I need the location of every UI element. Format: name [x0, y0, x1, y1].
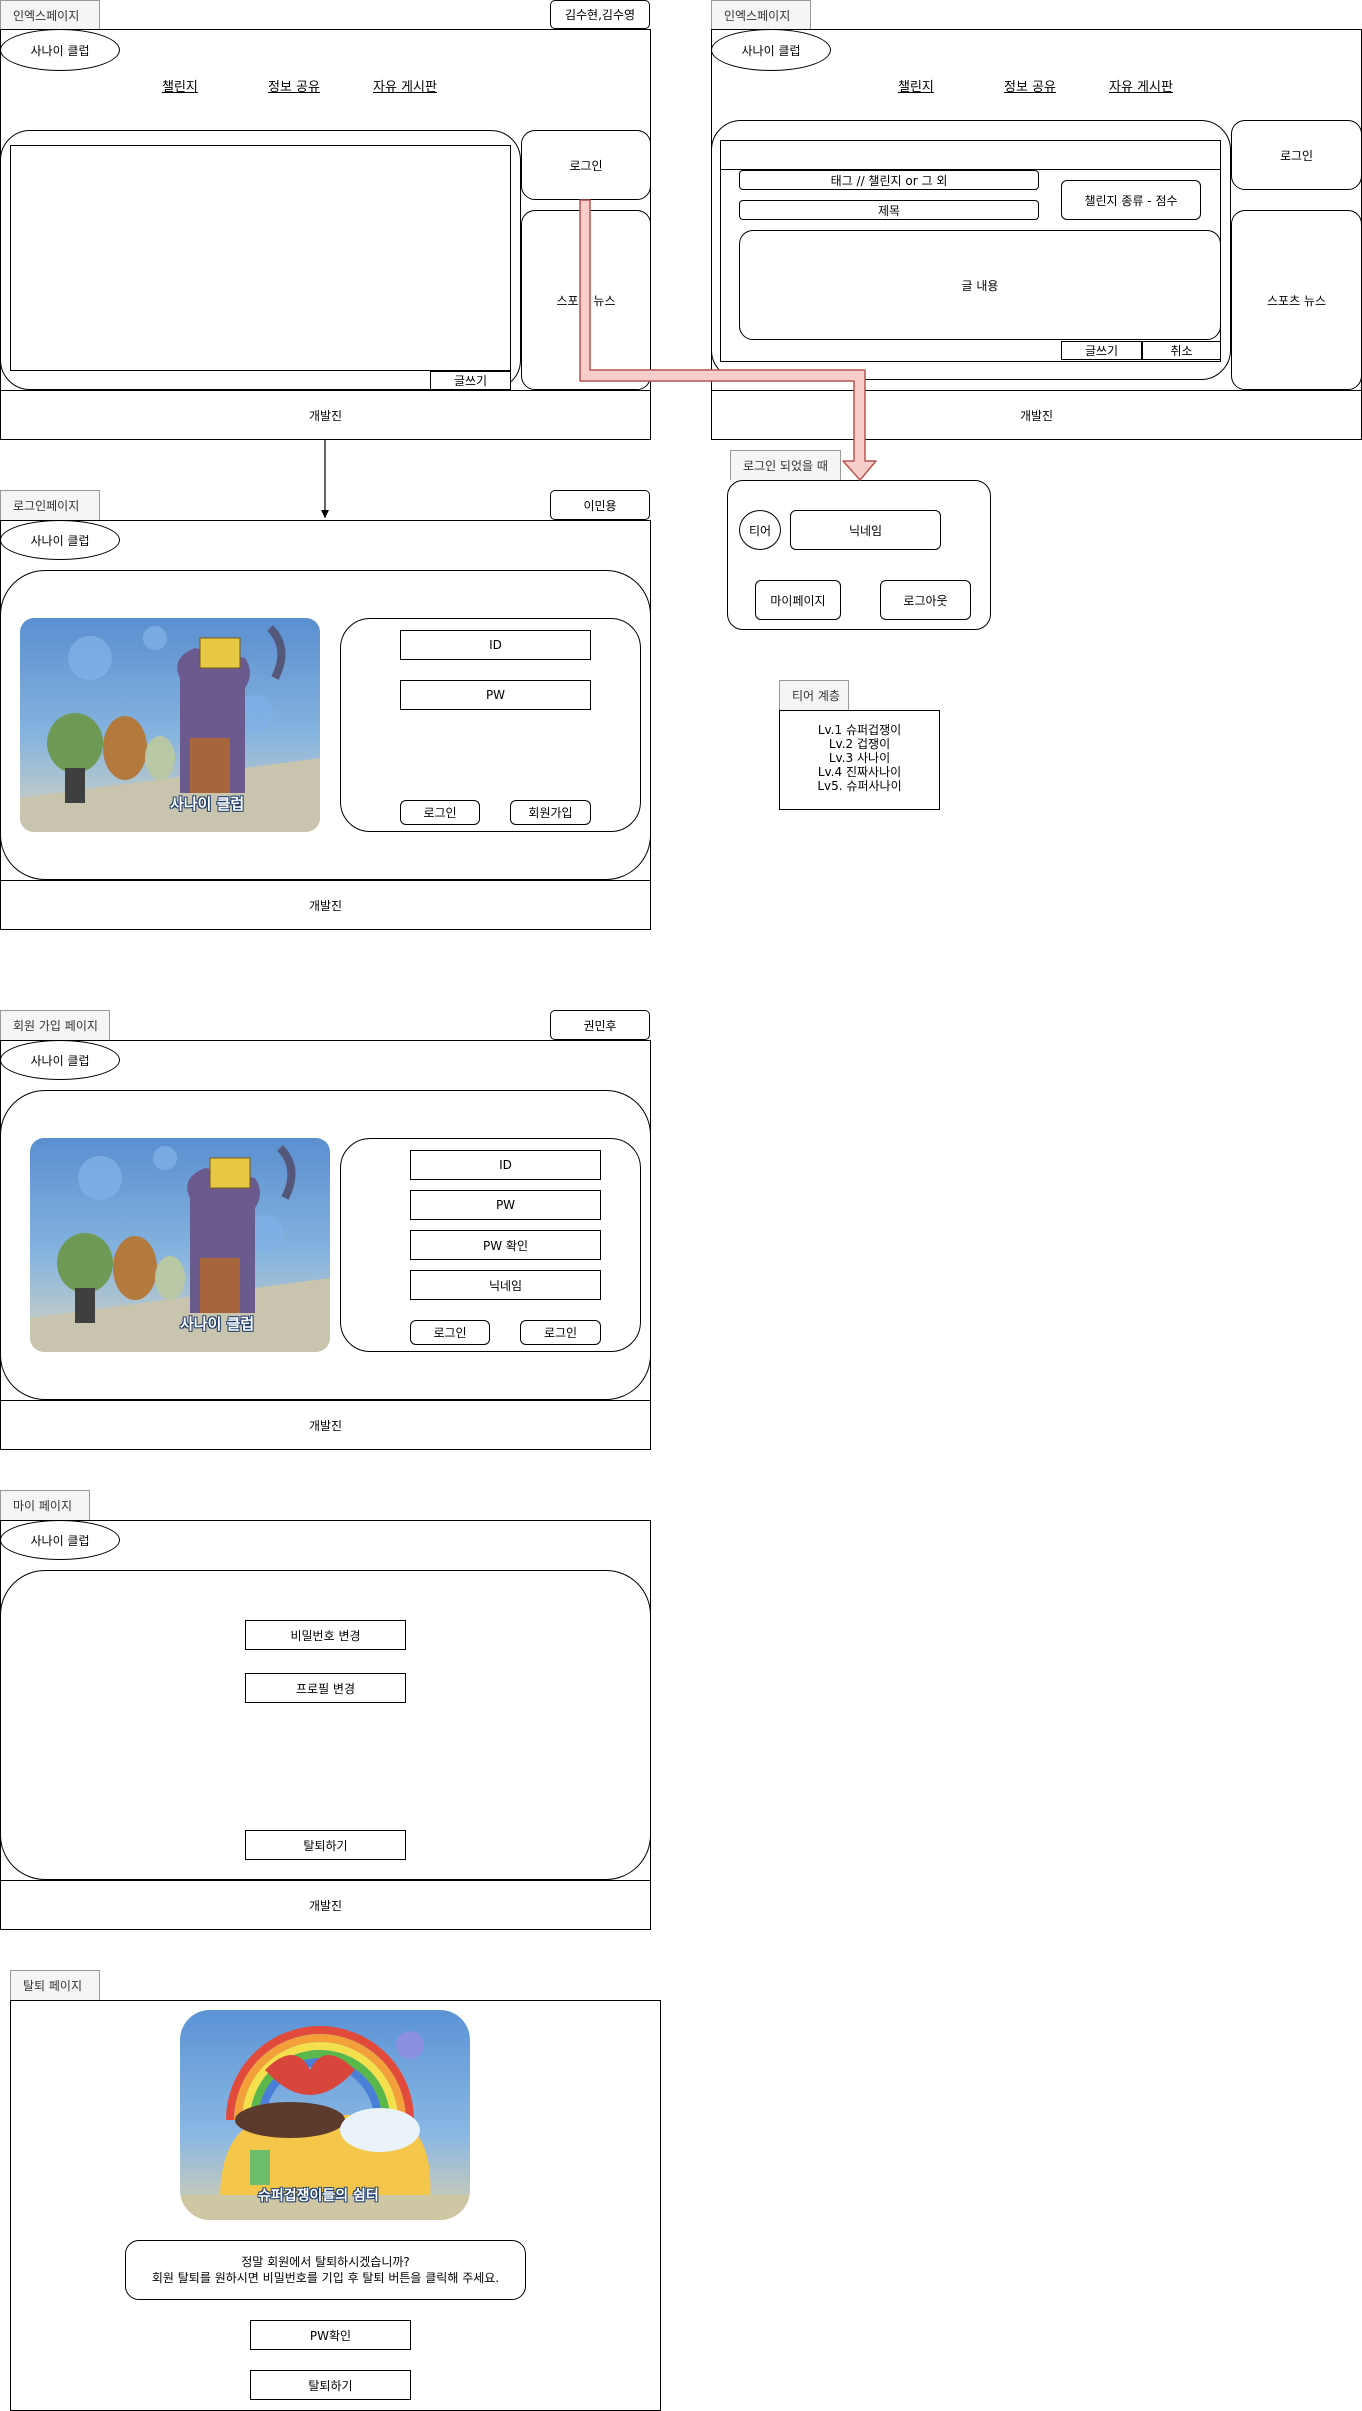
shelter-image: 슈퍼겁쟁이들의 쉼터	[180, 2010, 470, 2220]
index-page-1-tab: 인엑스페이지	[0, 0, 100, 29]
login-page-tab: 로그인페이지	[0, 490, 100, 520]
signup-login-button[interactable]: 로그인	[520, 1320, 601, 1345]
write-button[interactable]: 글쓰기	[430, 371, 511, 390]
tier-levels-label: 티어 계층	[779, 680, 849, 710]
pw-confirm-input[interactable]: PW 확인	[410, 1230, 601, 1260]
login-page-author: 이민용	[550, 490, 650, 520]
pw-input[interactable]: PW	[400, 680, 591, 710]
nav-info-share[interactable]: 정보 공유	[268, 76, 320, 95]
nav-free-board[interactable]: 자유 게시판	[1109, 76, 1173, 95]
tier-level-item: Lv.2 겁쟁이	[828, 737, 891, 751]
pw-confirm-input[interactable]: PW확인	[250, 2320, 411, 2350]
withdraw-notice-line2: 회원 탈퇴를 원하시면 비밀번호를 기입 후 탈퇴 버튼을 클릭해 주세요.	[151, 2271, 500, 2285]
arrow-head	[321, 510, 329, 518]
tier-level-item: Lv.1 슈퍼겁쟁이	[817, 723, 902, 737]
nav-info-share[interactable]: 정보 공유	[1004, 76, 1056, 95]
content-field[interactable]: 글 내용	[739, 230, 1221, 340]
withdraw-button[interactable]: 탈퇴하기	[245, 1830, 406, 1860]
withdraw-notice: 정말 회원에서 탈퇴하시겠습니까? 회원 탈퇴를 원하시면 비밀번호를 기입 후…	[125, 2240, 526, 2300]
logo[interactable]: 사나이 클럽	[0, 1520, 120, 1560]
logo[interactable]: 사나이 클럽	[0, 520, 120, 560]
sports-news-panel[interactable]: 스포ㅊ 뉴스	[521, 210, 651, 390]
tier-badge: 티어	[739, 510, 781, 550]
signup-submit-button[interactable]: 로그인	[410, 1320, 490, 1345]
id-input[interactable]: ID	[410, 1150, 601, 1180]
footer: 개발진	[0, 880, 651, 930]
mypage-button[interactable]: 마이페이지	[755, 580, 841, 620]
tier-level-item: Lv.4 진짜사나이	[817, 765, 902, 779]
id-input[interactable]: ID	[400, 630, 591, 660]
logo[interactable]: 사나이 클럽	[711, 29, 831, 71]
nickname-field: 닉네임	[790, 510, 941, 550]
write-button[interactable]: 글쓰기	[1061, 341, 1142, 360]
footer: 개발진	[0, 1880, 651, 1930]
tier-levels-list: Lv.1 슈퍼겁쟁이 Lv.2 겁쟁이 Lv.3 사나이 Lv.4 진짜사나이 …	[779, 710, 940, 810]
club-image-caption: 사나이 클럽	[180, 1315, 255, 1333]
post-write-header	[720, 140, 1221, 170]
pw-input[interactable]: PW	[410, 1190, 601, 1220]
signup-page-author: 권민후	[550, 1010, 650, 1040]
post-list-panel	[10, 145, 511, 371]
cancel-button[interactable]: 취소	[1142, 341, 1221, 360]
footer: 개발진	[0, 1400, 651, 1450]
tier-level-item: Lv5. 슈퍼사나이	[817, 779, 902, 793]
nav-challenge[interactable]: 챌린지	[162, 76, 198, 95]
nav-free-board[interactable]: 자유 게시판	[373, 76, 437, 95]
logged-in-label: 로그인 되었을 때	[730, 450, 841, 480]
index-page-1-author: 김수현,김수영	[550, 0, 650, 29]
club-image: 사나이 클럽	[30, 1138, 330, 1352]
index-page-2-tab: 인엑스페이지	[711, 0, 811, 29]
withdraw-notice-line1: 정말 회원에서 탈퇴하시겠습니까?	[241, 2255, 410, 2269]
tag-field[interactable]: 태그 // 챌린지 or 그 외	[739, 170, 1039, 190]
signup-page-tab: 회원 가입 페이지	[0, 1010, 110, 1040]
withdraw-submit-button[interactable]: 탈퇴하기	[250, 2370, 411, 2400]
sports-news-panel[interactable]: 스포츠 뉴스	[1231, 210, 1362, 390]
logo[interactable]: 사나이 클럽	[0, 29, 120, 71]
nav-challenge[interactable]: 챌린지	[898, 76, 934, 95]
login-button[interactable]: 로그인	[1231, 120, 1362, 190]
challenge-type-select[interactable]: 챌린지 종류 - 점수	[1061, 180, 1201, 220]
nickname-input[interactable]: 닉네임	[410, 1270, 601, 1300]
change-profile-button[interactable]: 프로필 변경	[245, 1673, 406, 1703]
footer: 개발진	[711, 390, 1362, 440]
footer: 개발진	[0, 390, 651, 440]
signup-button[interactable]: 회원가입	[510, 800, 591, 825]
tier-level-item: Lv.3 사나이	[828, 751, 891, 765]
title-field[interactable]: 제목	[739, 200, 1039, 220]
withdraw-page-tab: 탈퇴 페이지	[10, 1970, 100, 2000]
shelter-image-caption: 슈퍼겁쟁이들의 쉼터	[258, 2188, 379, 2204]
club-image: 사나이 클럽	[20, 618, 320, 832]
change-password-button[interactable]: 비밀번호 변경	[245, 1620, 406, 1650]
club-image-caption: 사나이 클럽	[170, 795, 245, 813]
my-page-tab: 마이 페이지	[0, 1490, 90, 1520]
login-submit-button[interactable]: 로그인	[400, 800, 480, 825]
logo[interactable]: 사나이 클럽	[0, 1040, 120, 1080]
login-button[interactable]: 로그인	[521, 130, 651, 200]
logout-button[interactable]: 로그아웃	[880, 580, 971, 620]
